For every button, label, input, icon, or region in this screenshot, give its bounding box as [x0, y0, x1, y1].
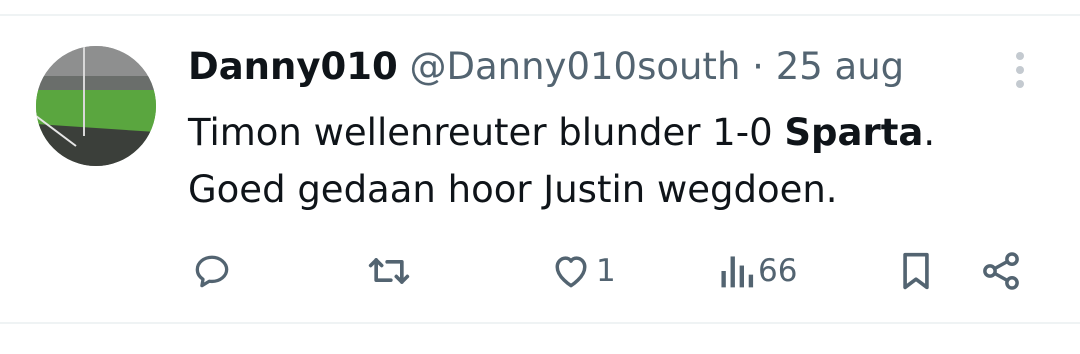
tweet-text: Timon wellenreuter blunder 1-0 Sparta. G…	[188, 104, 1048, 218]
reply-icon	[195, 255, 229, 288]
share-button[interactable]	[978, 246, 1024, 296]
reply-button[interactable]	[190, 246, 236, 296]
tweet-text-line-1: Timon wellenreuter blunder 1-0 Sparta.	[188, 104, 1048, 161]
views-icon	[721, 256, 754, 288]
share-icon	[983, 252, 1019, 290]
tweet-text-part-1: Timon wellenreuter blunder 1-0	[188, 111, 785, 154]
tweet-text-bold: Sparta	[784, 111, 924, 154]
tweet-date[interactable]: 25 aug	[776, 45, 904, 88]
heart-icon	[555, 256, 587, 288]
action-bar: 1 66	[0, 246, 1080, 296]
bookmark-button[interactable]	[896, 246, 936, 296]
views-count: 66	[758, 253, 798, 289]
author-handle[interactable]: @Danny010south	[409, 45, 740, 88]
author-name[interactable]: Danny010	[188, 45, 398, 88]
bookmark-icon	[903, 252, 929, 290]
header-separator: ·	[752, 45, 764, 88]
bottom-divider	[0, 322, 1080, 324]
stadium-photo	[36, 46, 156, 166]
more-options-icon[interactable]	[1006, 52, 1034, 92]
retweet-button[interactable]	[364, 246, 416, 296]
views-button[interactable]: 66	[716, 246, 797, 296]
tweet-header: Danny010 @Danny010south · 25 aug	[188, 42, 904, 92]
like-count: 1	[596, 253, 616, 289]
tweet-text-part-2: .	[923, 111, 936, 154]
top-divider	[0, 14, 1080, 16]
retweet-icon	[368, 258, 410, 284]
like-button[interactable]: 1	[548, 246, 616, 296]
tweet-text-line-2: Goed gedaan hoor Justin wegdoen.	[188, 168, 838, 211]
avatar[interactable]	[36, 46, 156, 166]
